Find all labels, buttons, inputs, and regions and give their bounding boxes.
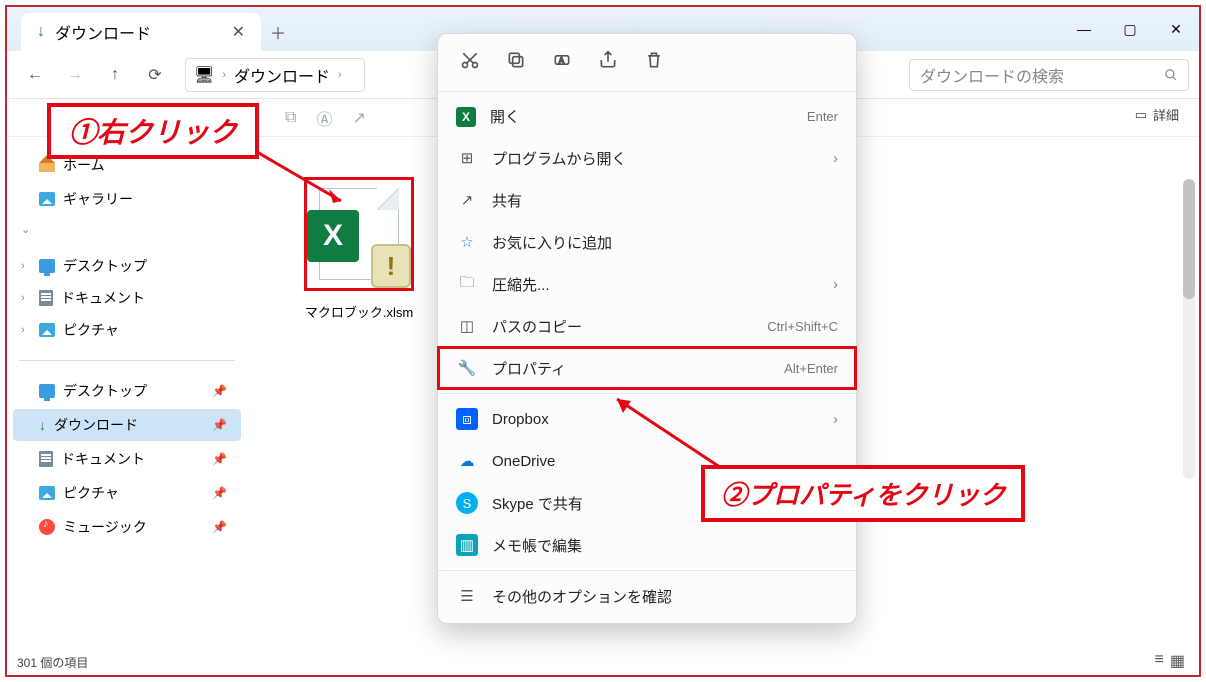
nav-pictures[interactable]: ›ピクチャ (13, 314, 241, 346)
search-icon (1164, 68, 1178, 82)
openwith-icon: ⊞ (456, 147, 478, 169)
chevron-right-icon: › (833, 150, 838, 167)
wrench-icon: 🔧 (456, 357, 478, 379)
more-icon: ☰ (456, 585, 478, 607)
pin-icon: 📌 (212, 384, 227, 398)
chevron-right-icon: › (833, 276, 838, 293)
skype-icon: S (456, 492, 478, 514)
chevron-down-icon: ⌄ (21, 223, 30, 236)
download-icon: ↓ (37, 23, 45, 41)
refresh-button[interactable]: ⟳ (137, 57, 173, 93)
annotation-1: ①右クリック (47, 103, 259, 159)
ctx-dropbox[interactable]: ⧈Dropbox› (438, 398, 856, 440)
ctx-copy-icon[interactable] (506, 50, 526, 75)
details-icon: ▭ (1135, 107, 1147, 123)
chevron-icon: › (338, 69, 342, 81)
breadcrumb[interactable]: 🖥 › ダウンロード › (185, 58, 365, 92)
quick-documents[interactable]: ドキュメント📌 (13, 443, 241, 475)
nav-pane: ホーム ギャラリー ⌄ ›デスクトップ ›ドキュメント ›ピクチャ デスクトップ… (7, 137, 247, 651)
ctx-delete-icon[interactable] (644, 50, 664, 75)
annotation-2: ②プロパティをクリック (701, 465, 1025, 522)
share-icon[interactable]: ↗ (352, 108, 365, 128)
forward-button[interactable]: → (57, 57, 93, 93)
view-grid-button[interactable]: ▦ (1170, 651, 1185, 671)
gallery-icon (39, 192, 55, 206)
music-icon (39, 519, 55, 535)
pin-icon: 📌 (212, 486, 227, 500)
file-selection-highlight: X ! (304, 177, 414, 291)
minimize-button[interactable]: ― (1061, 7, 1107, 51)
tab-downloads[interactable]: ↓ ダウンロード ✕ (21, 13, 261, 51)
home-icon (39, 158, 55, 172)
star-icon: ☆ (456, 231, 478, 253)
ctx-cut-icon[interactable] (460, 50, 480, 75)
quick-music[interactable]: ミュージック📌 (13, 511, 241, 543)
chevron-right-icon: › (833, 411, 838, 428)
ctx-properties[interactable]: 🔧プロパティAlt+Enter (438, 347, 856, 389)
chevron-right-icon: › (21, 260, 25, 272)
view-list-button[interactable]: ≡ (1155, 651, 1164, 671)
nav-collapse[interactable]: ⌄ (13, 217, 241, 242)
ctx-share[interactable]: ↗共有 (438, 179, 856, 221)
excel-file-icon: X ! (311, 184, 407, 284)
quick-desktop[interactable]: デスクトップ📌 (13, 375, 241, 407)
ctx-rename-icon[interactable]: A (552, 50, 572, 75)
pin-icon: 📌 (212, 520, 227, 534)
search-input[interactable]: ダウンロードの検索 (909, 59, 1189, 91)
quick-downloads[interactable]: ↓ダウンロード📌 (13, 409, 241, 441)
scrollbar[interactable] (1183, 179, 1195, 479)
pictures-icon (39, 323, 55, 337)
up-button[interactable]: ↑ (97, 57, 133, 93)
scrollbar-thumb[interactable] (1183, 179, 1195, 299)
ctx-notepad[interactable]: ▥メモ帳で編集 (438, 524, 856, 566)
nav-documents[interactable]: ›ドキュメント (13, 282, 241, 314)
dropbox-icon: ⧈ (456, 408, 478, 430)
download-icon: ↓ (39, 417, 46, 433)
file-item[interactable]: X ! マクロブック.xlsm (299, 177, 419, 321)
ctx-open-with[interactable]: ⊞プログラムから開く› (438, 137, 856, 179)
search-placeholder: ダウンロードの検索 (920, 63, 1064, 87)
ctx-favorite[interactable]: ☆お気に入りに追加 (438, 221, 856, 263)
desktop-icon (39, 384, 55, 398)
nav-divider (19, 360, 235, 361)
back-button[interactable]: ← (17, 57, 53, 93)
chevron-right-icon: › (21, 292, 25, 304)
file-name: マクロブック.xlsm (299, 302, 419, 321)
ctx-compress[interactable]: 🗀圧縮先...› (438, 263, 856, 305)
notepad-icon: ▥ (456, 534, 478, 556)
tab-title: ダウンロード (55, 20, 151, 44)
ctx-copy-path[interactable]: ◫パスのコピーCtrl+Shift+C (438, 305, 856, 347)
new-tab-button[interactable]: ＋ (261, 13, 295, 51)
pin-icon: 📌 (212, 418, 227, 432)
excel-icon: X (456, 107, 476, 127)
copypath-icon: ◫ (456, 315, 478, 337)
pin-icon: 📌 (212, 452, 227, 466)
ctx-open[interactable]: X開くEnter (438, 96, 856, 137)
ctx-share-icon[interactable] (598, 50, 618, 75)
share-icon: ↗ (456, 189, 478, 211)
chevron-icon: › (222, 69, 226, 81)
pictures-icon (39, 486, 55, 500)
details-button[interactable]: ▭ 詳細 (1135, 105, 1179, 124)
chevron-right-icon: › (21, 324, 25, 336)
ctx-more-options[interactable]: ☰その他のオプションを確認 (438, 575, 856, 617)
svg-text:A: A (559, 55, 565, 65)
maximize-button[interactable]: ▢ (1107, 7, 1153, 51)
document-icon (39, 451, 53, 467)
pc-icon: 🖥 (194, 65, 214, 85)
context-menu: A X開くEnter ⊞プログラムから開く› ↗共有 ☆お気に入りに追加 🗀圧縮… (437, 33, 857, 624)
breadcrumb-item: ダウンロード (234, 63, 330, 87)
desktop-icon (39, 259, 55, 273)
compress-icon: 🗀 (456, 273, 478, 295)
status-bar: 301 個の項目 (17, 651, 88, 673)
rename-icon[interactable]: Ⓐ (316, 106, 332, 130)
close-button[interactable]: ✕ (1153, 7, 1199, 51)
quick-pictures[interactable]: ピクチャ📌 (13, 477, 241, 509)
copy-icon[interactable]: ⧉ (285, 109, 296, 127)
tab-close-icon[interactable]: ✕ (232, 22, 245, 42)
nav-desktop[interactable]: ›デスクトップ (13, 250, 241, 282)
onedrive-icon: ☁ (456, 450, 478, 472)
document-icon (39, 290, 53, 306)
nav-gallery[interactable]: ギャラリー (13, 183, 241, 215)
